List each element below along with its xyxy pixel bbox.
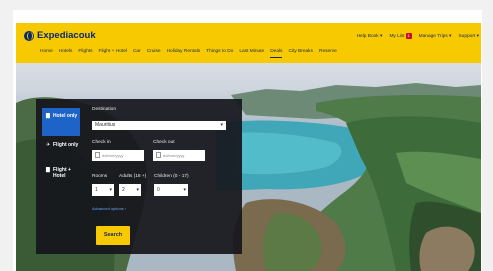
my-list-badge: 1 (405, 33, 412, 39)
destination-value: Mauritius (95, 122, 116, 128)
calendar-icon (156, 152, 161, 158)
utility-nav: Help Book ▾ My List 1 Manage Trips ▾ Supp… (357, 33, 479, 39)
my-list-link[interactable]: My List 1 (389, 33, 412, 39)
destination-label: Destination (92, 107, 116, 112)
check-out-input[interactable]: dd/mm/yyyy (153, 150, 205, 161)
rooms-select[interactable]: 1 ▾ (92, 184, 114, 196)
rooms-value: 1 (95, 187, 98, 193)
children-value: 0 (157, 187, 160, 193)
nav-deals[interactable]: Deals (270, 48, 283, 58)
help-menu[interactable]: Help Book ▾ (357, 34, 383, 39)
tab-flight-label: Flight only (53, 142, 79, 148)
nav-reserve[interactable]: Reserve (319, 48, 337, 58)
plane-bed-icon: ▇ (46, 167, 50, 173)
tab-flight-only[interactable]: ✈ Flight only (42, 137, 80, 165)
nav-home[interactable]: Home (40, 48, 53, 58)
nav-holiday-rentals[interactable]: Holiday Rentals (167, 48, 201, 58)
logo-text: Expediacouk (37, 30, 96, 41)
search-panel: ▇ Hotel only ✈ Flight only ▇ Flight + Ho… (36, 99, 242, 254)
advanced-options-link[interactable]: Advanced options › (92, 206, 126, 211)
adults-label: Adults (18 +) (119, 174, 147, 179)
check-in-input[interactable]: dd/mm/yyyy (92, 150, 144, 161)
chevron-down-icon: ▾ (183, 187, 186, 193)
my-list-label: My List (389, 34, 405, 39)
nav-last-minute[interactable]: Last Minute (239, 48, 264, 58)
main-nav: Home Hotels Flights Flight + Hotel Car C… (40, 48, 337, 58)
nav-flight-hotel[interactable]: Flight + Hotel (99, 48, 127, 58)
manage-trips-menu[interactable]: Manage Trips ▾ (419, 34, 452, 39)
chevron-down-icon: ▾ (109, 187, 112, 193)
check-in-placeholder: dd/mm/yyyy (102, 153, 124, 158)
nav-city-breaks[interactable]: City Breaks (288, 48, 313, 58)
site-logo[interactable]: Expediacouk (24, 30, 96, 42)
check-in-label: Check in (92, 140, 111, 145)
tab-flight-hotel[interactable]: ▇ Flight + Hotel (42, 162, 80, 190)
nav-things-to-do[interactable]: Things to Do (206, 48, 233, 58)
tab-flight-hotel-label: Flight + Hotel (53, 167, 71, 179)
nav-flights[interactable]: Flights (78, 48, 92, 58)
calendar-icon (95, 152, 100, 158)
support-menu[interactable]: Support ▾ (458, 34, 479, 39)
search-button[interactable]: Search (96, 226, 130, 245)
chevron-down-icon: ▾ (220, 122, 223, 128)
adults-select[interactable]: 2 ▾ (119, 184, 141, 196)
destination-input[interactable]: Mauritius ▾ (92, 121, 226, 130)
product-tabs: ▇ Hotel only ✈ Flight only ▇ Flight + Ho… (36, 99, 82, 254)
chevron-down-icon: ▾ (136, 187, 139, 193)
nav-hotels[interactable]: Hotels (59, 48, 73, 58)
check-out-label: Check out (153, 140, 175, 145)
children-label: Children (0 - 17) (154, 174, 189, 179)
children-select[interactable]: 0 ▾ (154, 184, 188, 196)
adults-value: 2 (122, 187, 125, 193)
bed-icon: ▇ (46, 113, 50, 119)
tab-hotel-label: Hotel only (53, 113, 78, 119)
rooms-label: Rooms (92, 174, 108, 179)
check-out-placeholder: dd/mm/yyyy (163, 153, 185, 158)
nav-car[interactable]: Car (133, 48, 141, 58)
globe-icon (24, 31, 34, 41)
plane-icon: ✈ (46, 142, 51, 148)
tab-hotel-only[interactable]: ▇ Hotel only (42, 108, 80, 136)
nav-cruise[interactable]: Cruise (147, 48, 161, 58)
